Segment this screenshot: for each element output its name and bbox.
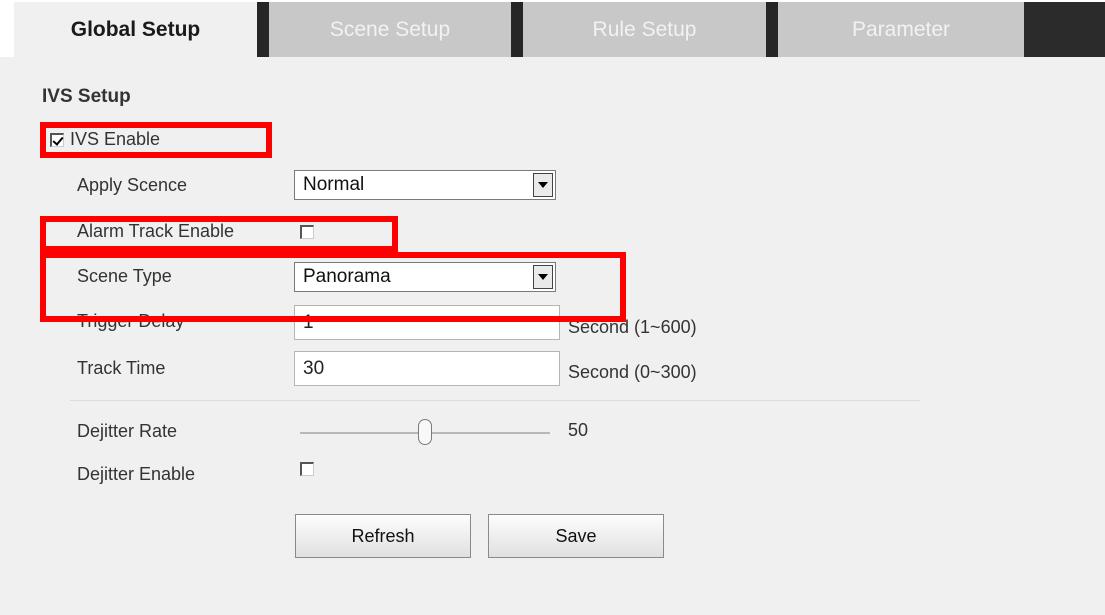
dejitter-enable-checkbox[interactable] <box>300 462 314 476</box>
chevron-down-icon[interactable] <box>533 173 553 197</box>
tab-parameter[interactable]: Parameter <box>778 2 1024 57</box>
apply-scene-select[interactable]: Normal <box>294 170 556 200</box>
tab-rule-setup[interactable]: Rule Setup <box>523 2 766 57</box>
divider <box>70 400 920 401</box>
tab-global-setup[interactable]: Global Setup <box>14 2 257 57</box>
refresh-button[interactable]: Refresh <box>295 514 471 558</box>
section-title: IVS Setup <box>42 86 131 107</box>
highlight-box-alarm-track <box>40 216 398 252</box>
highlight-box-ivs-enable <box>40 122 272 158</box>
track-time-input[interactable]: 30 <box>294 351 560 386</box>
tab-separator <box>766 2 778 57</box>
dejitter-rate-label: Dejitter Rate <box>77 421 178 441</box>
dejitter-rate-value: 50 <box>568 420 589 440</box>
tab-separator <box>257 2 269 57</box>
track-time-label: Track Time <box>77 358 166 378</box>
dejitter-enable-label: Dejitter Enable <box>77 464 196 484</box>
apply-scene-value: Normal <box>303 174 365 195</box>
apply-scene-label: Apply Scence <box>77 175 188 195</box>
track-time-unit: Second (0~300) <box>568 362 697 382</box>
tab-separator <box>511 2 523 57</box>
tab-bar-end <box>1024 2 1105 57</box>
highlight-box-scene-type <box>40 252 626 322</box>
dejitter-rate-slider-thumb[interactable] <box>418 419 432 445</box>
tab-bar: Global Setup Scene Setup Rule Setup Para… <box>0 0 1105 57</box>
save-button[interactable]: Save <box>488 514 664 558</box>
tab-scene-setup[interactable]: Scene Setup <box>269 2 511 57</box>
